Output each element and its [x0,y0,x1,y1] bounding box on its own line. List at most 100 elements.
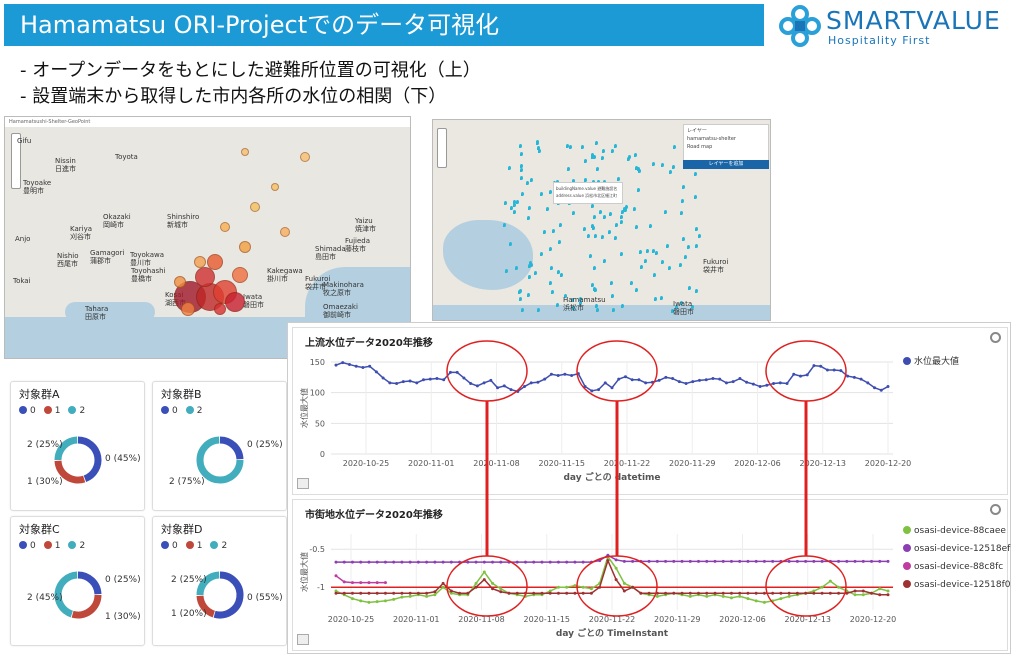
series-point[interactable] [729,596,733,600]
series-point[interactable] [359,581,363,585]
series-point[interactable] [482,381,486,385]
legend-item[interactable]: 0 [19,406,36,416]
shelter-pin[interactable] [602,259,606,264]
series-point[interactable] [425,591,429,595]
shelter-pin[interactable] [512,210,516,215]
shelter-pin[interactable] [593,214,597,219]
series-point[interactable] [496,386,500,390]
series-point[interactable] [729,559,733,563]
series-point[interactable] [820,591,824,595]
legend-item[interactable]: 2 [68,541,85,551]
shelter-pin[interactable] [533,271,537,276]
shelter-pin[interactable] [543,229,547,234]
series-point[interactable] [812,364,816,368]
series-point[interactable] [664,559,668,563]
series-point[interactable] [375,600,379,604]
legend-item[interactable]: osasi-device-88caee [903,526,1010,536]
shelter-pin[interactable] [625,205,629,210]
shelter-pin[interactable] [616,176,620,181]
series-point[interactable] [771,599,775,603]
series-point[interactable] [583,385,587,389]
shelter-pin[interactable] [640,265,644,270]
series-point[interactable] [721,594,725,598]
series-point[interactable] [416,560,420,564]
shelter-bubble[interactable] [300,152,310,162]
series-point[interactable] [581,585,585,589]
legend-item[interactable]: 水位最大値 [903,354,959,367]
series-point[interactable] [779,591,783,595]
series-point[interactable] [375,560,379,564]
series-point[interactable] [334,591,338,595]
series-point[interactable] [529,381,533,385]
series-point[interactable] [754,599,758,603]
shelter-pin[interactable] [663,210,667,215]
series-point[interactable] [563,372,567,376]
series-point[interactable] [347,362,351,366]
series-point[interactable] [622,559,626,563]
shelter-pin[interactable] [537,307,541,312]
series-point[interactable] [820,585,824,589]
shelter-pin[interactable] [590,224,594,229]
series-point[interactable] [837,559,841,563]
series-point[interactable] [354,364,358,368]
shelter-pin[interactable] [635,287,639,292]
shelter-pin[interactable] [549,190,553,195]
donut-slice[interactable] [219,436,244,460]
shelter-pin[interactable] [673,144,677,149]
shelter-pin[interactable] [527,215,531,220]
series-point[interactable] [680,559,684,563]
series-point[interactable] [415,381,419,385]
series-point[interactable] [433,593,437,597]
series-point[interactable] [543,377,547,381]
series-point[interactable] [812,559,816,563]
series-point[interactable] [751,382,755,386]
shelter-pin[interactable] [620,214,624,219]
shelter-pin[interactable] [590,282,594,287]
series-point[interactable] [859,377,863,381]
legend-item[interactable]: 0 [19,541,36,551]
series-point[interactable] [650,380,654,384]
shelter-bubble[interactable] [239,241,251,253]
series-point[interactable] [828,559,832,563]
series-point[interactable] [812,591,816,595]
series-point[interactable] [639,559,643,563]
legend-item[interactable]: 1 [43,541,60,551]
shelter-pin[interactable] [679,262,683,267]
donut-slice[interactable] [77,571,102,595]
series-point[interactable] [367,600,371,604]
series-point[interactable] [392,597,396,601]
shelter-pin[interactable] [610,294,614,299]
series-point[interactable] [729,591,733,595]
shelter-pin[interactable] [613,144,617,149]
shelter-pin[interactable] [614,236,618,241]
shelter-pin[interactable] [697,234,701,239]
legend-item[interactable]: 2 [68,406,85,416]
series-point[interactable] [639,591,643,595]
series-point[interactable] [630,378,634,382]
series-point[interactable] [779,559,783,563]
series-point[interactable] [846,374,850,378]
series-point[interactable] [688,594,692,598]
series-point[interactable] [474,585,478,589]
series-point[interactable] [507,560,511,564]
shelter-pin[interactable] [558,239,562,244]
series-point[interactable] [870,591,874,595]
series-point[interactable] [837,585,841,589]
series-point[interactable] [644,381,648,385]
series-point[interactable] [381,376,385,380]
series-point[interactable] [845,559,849,563]
shelter-pin[interactable] [610,281,614,286]
series-point[interactable] [474,560,478,564]
shelter-pin[interactable] [519,143,523,148]
series-point[interactable] [536,380,540,384]
series-point[interactable] [705,559,709,563]
series-point[interactable] [772,381,776,385]
series-point[interactable] [853,593,857,597]
shelter-pin[interactable] [695,243,699,248]
series-point[interactable] [491,581,495,585]
series-point[interactable] [614,558,618,562]
shelter-pin[interactable] [519,151,523,156]
shelter-pin[interactable] [583,226,587,231]
series-point[interactable] [597,388,601,392]
shelter-pin[interactable] [589,253,593,258]
